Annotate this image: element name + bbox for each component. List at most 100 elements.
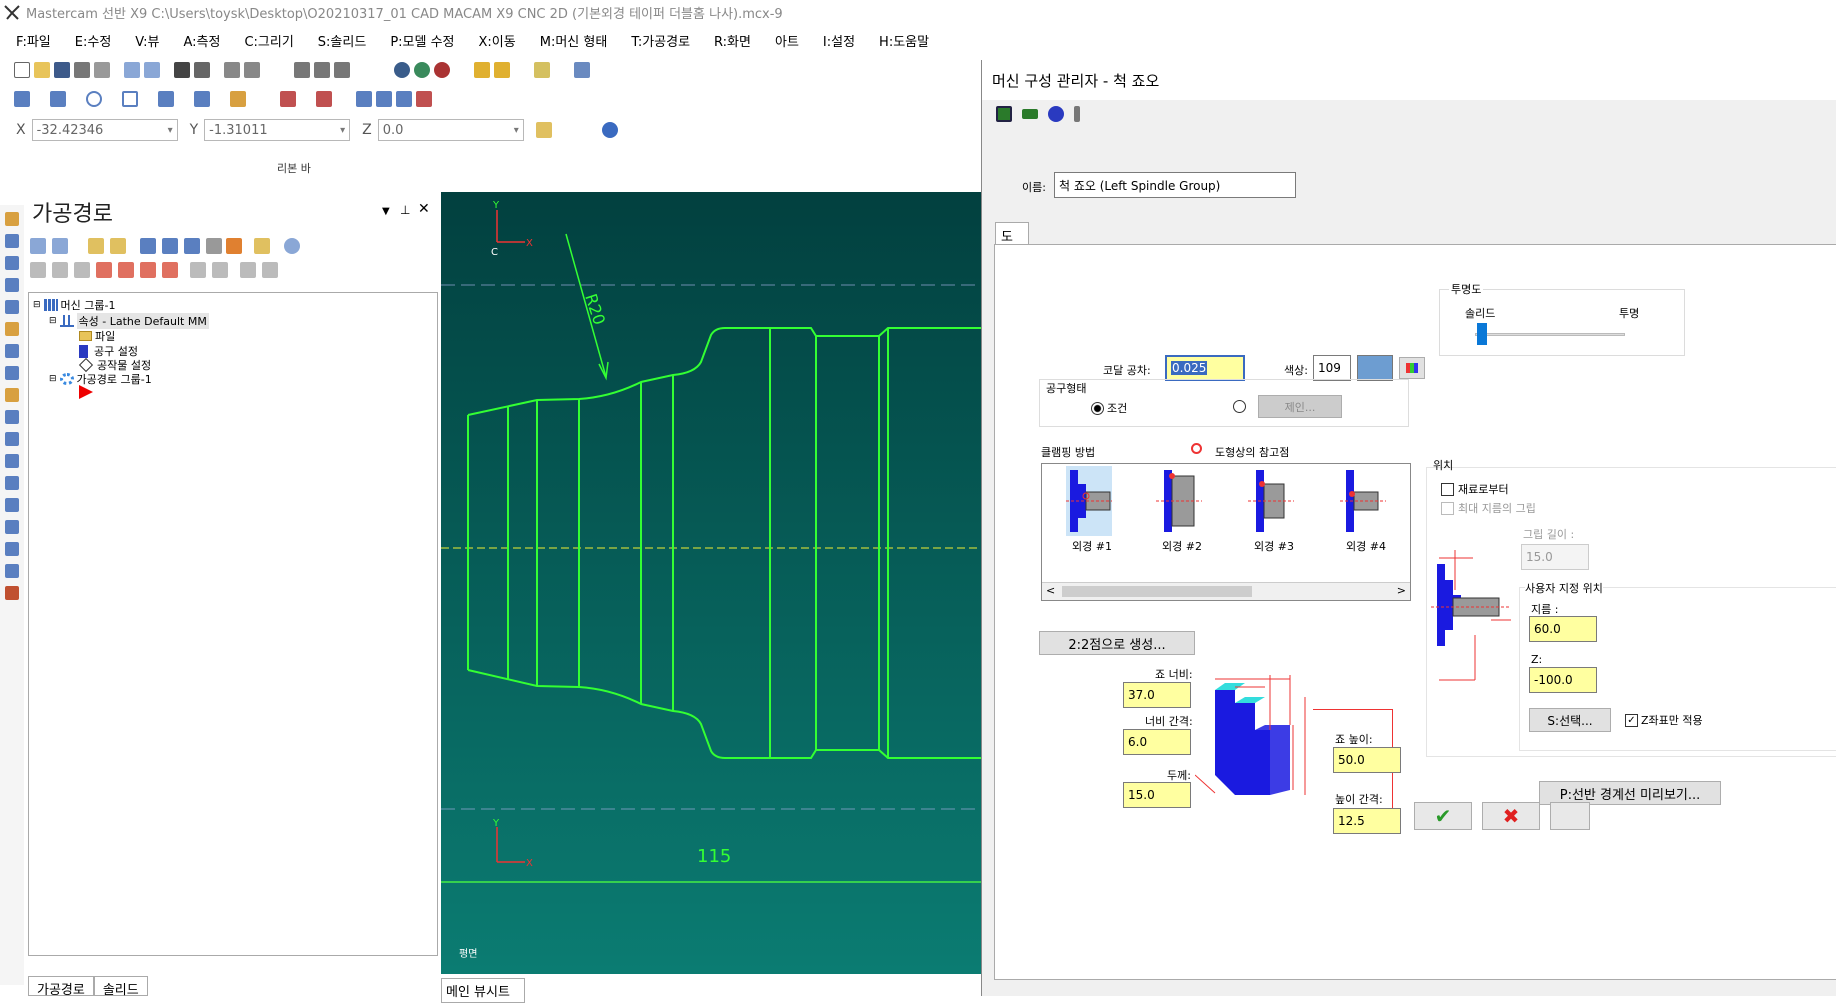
help-icon[interactable] xyxy=(601,122,618,138)
scroll-left-icon[interactable]: < xyxy=(1046,584,1055,597)
toolpath-icon[interactable] xyxy=(5,322,19,336)
transform-icon[interactable] xyxy=(376,91,392,107)
height-step-field[interactable]: 12.5 xyxy=(1333,808,1401,834)
toolpath-icon[interactable] xyxy=(5,256,19,270)
stock-icon[interactable] xyxy=(230,91,246,107)
clamp-option-od-2[interactable] xyxy=(1156,466,1202,536)
clamp-option-od-4[interactable] xyxy=(1340,466,1386,536)
color-number-field[interactable]: 109 xyxy=(1313,355,1351,381)
help-icon[interactable] xyxy=(284,238,300,254)
zoom-icon[interactable] xyxy=(224,62,240,78)
width-step-field[interactable]: 6.0 xyxy=(1123,729,1191,755)
shade-icon[interactable] xyxy=(434,62,450,78)
redo-icon[interactable] xyxy=(144,62,160,78)
simulate-icon[interactable] xyxy=(184,238,200,254)
menu-file[interactable]: F:파일 xyxy=(0,31,59,50)
jaw-height-field[interactable]: 50.0 xyxy=(1333,747,1401,773)
display-only-icon[interactable] xyxy=(240,262,256,278)
posting-icon[interactable] xyxy=(74,262,90,278)
view-cube-icon[interactable] xyxy=(314,62,330,78)
stock-icon[interactable] xyxy=(5,586,19,600)
menu-art[interactable]: 아트 xyxy=(759,31,807,50)
deselect-icon[interactable] xyxy=(52,238,68,254)
sphere-icon[interactable] xyxy=(414,62,430,78)
spline-icon[interactable] xyxy=(194,91,210,107)
toolpath-icon[interactable] xyxy=(5,300,19,314)
print-icon[interactable] xyxy=(74,62,90,78)
from-stock-checkbox[interactable]: 재료로부터 xyxy=(1441,481,1509,497)
create-from-two-points-button[interactable]: 2:2점으로 생성... xyxy=(1039,631,1195,655)
display-only-icon[interactable] xyxy=(212,262,228,278)
toolpath-icon[interactable] xyxy=(5,498,19,512)
trim-icon[interactable] xyxy=(280,91,296,107)
tab-toolpaths[interactable]: 가공경로 xyxy=(28,976,94,998)
horizontal-scrollbar[interactable]: < > xyxy=(1042,582,1410,600)
toolpath-icon[interactable] xyxy=(5,542,19,556)
transform-icon[interactable] xyxy=(396,91,412,107)
post-icon[interactable] xyxy=(206,238,222,254)
z-position-field[interactable]: -100.0 xyxy=(1529,667,1597,693)
verify-icon[interactable] xyxy=(162,238,178,254)
chordal-tolerance-field[interactable]: 0.025 xyxy=(1165,355,1245,381)
display-only-icon[interactable] xyxy=(190,262,206,278)
move-down-icon[interactable] xyxy=(96,262,112,278)
scroll-right-icon[interactable]: > xyxy=(1397,584,1406,597)
toolpath-icon[interactable] xyxy=(5,410,19,424)
toolpath-icon[interactable] xyxy=(5,278,19,292)
name-field[interactable]: 척 죠오 (Left Spindle Group) xyxy=(1054,172,1296,198)
transparency-slider-thumb[interactable] xyxy=(1477,323,1487,345)
menu-analyze[interactable]: A:측정 xyxy=(167,31,228,50)
x-coordinate-field[interactable]: -32.42346 xyxy=(31,119,178,141)
transform-icon[interactable] xyxy=(416,91,432,107)
post-icon[interactable] xyxy=(226,238,242,254)
wand-icon[interactable] xyxy=(534,62,550,78)
menu-machine-type[interactable]: M:머신 형태 xyxy=(524,31,616,50)
select-all-icon[interactable] xyxy=(30,238,46,254)
help-button[interactable] xyxy=(1550,802,1590,830)
move-up-icon[interactable] xyxy=(118,262,134,278)
toolpath-icon[interactable] xyxy=(5,388,19,402)
radio-other[interactable] xyxy=(1233,400,1246,413)
line-icon[interactable] xyxy=(50,91,66,107)
delete-icon[interactable] xyxy=(316,91,332,107)
menu-create[interactable]: C:그리기 xyxy=(228,31,301,50)
display-only-icon[interactable] xyxy=(262,262,278,278)
zoom-window-icon[interactable] xyxy=(194,62,210,78)
thickness-field[interactable]: 15.0 xyxy=(1123,782,1191,808)
fillet-icon[interactable] xyxy=(158,91,174,107)
undo-icon[interactable] xyxy=(124,62,140,78)
toolpath-icon[interactable] xyxy=(5,234,19,248)
diameter-field[interactable]: 60.0 xyxy=(1529,616,1597,642)
view-cube-icon[interactable] xyxy=(294,62,310,78)
point-icon[interactable] xyxy=(14,91,30,107)
tree-properties[interactable]: ⊟ 속성 - Lathe Default MM xyxy=(49,313,209,329)
toolpath-icon[interactable] xyxy=(5,520,19,534)
pin-icon[interactable]: ⊥ xyxy=(400,203,410,217)
toolpath-icon[interactable] xyxy=(5,344,19,358)
preview-icon[interactable] xyxy=(94,62,110,78)
menu-settings[interactable]: I:설정 xyxy=(807,31,863,50)
menu-screen[interactable]: R:화면 xyxy=(698,31,759,50)
menu-xform[interactable]: X:이동 xyxy=(463,31,524,50)
menu-solids[interactable]: S:솔리드 xyxy=(302,31,375,50)
toolpath-icon[interactable] xyxy=(5,432,19,446)
pencil-icon[interactable] xyxy=(494,62,510,78)
highfeed-icon[interactable] xyxy=(254,238,270,254)
tab-geometry[interactable]: 도형 xyxy=(995,222,1029,264)
ok-button[interactable]: ✔ xyxy=(1414,802,1472,830)
zoom-out-icon[interactable] xyxy=(244,62,260,78)
tree-machine-group[interactable]: ⊟ 머신 그룹-1 xyxy=(33,297,116,313)
toggle-display-icon[interactable] xyxy=(52,262,68,278)
regen-dirty-icon[interactable] xyxy=(110,238,126,254)
tab-solids[interactable]: 솔리드 xyxy=(93,976,148,998)
tree-files[interactable]: 파일 xyxy=(79,328,115,344)
regen-icon[interactable] xyxy=(88,238,104,254)
menu-model-prep[interactable]: P:모델 수정 xyxy=(374,31,462,50)
transparency-slider-track[interactable] xyxy=(1475,333,1625,336)
scroll-icon[interactable] xyxy=(162,262,178,278)
measure-icon[interactable] xyxy=(574,62,590,78)
toolpath-icon[interactable] xyxy=(5,454,19,468)
insert-arrow-icon[interactable] xyxy=(140,262,156,278)
rectangle-icon[interactable] xyxy=(122,91,138,107)
machine-icon[interactable] xyxy=(996,106,1012,122)
